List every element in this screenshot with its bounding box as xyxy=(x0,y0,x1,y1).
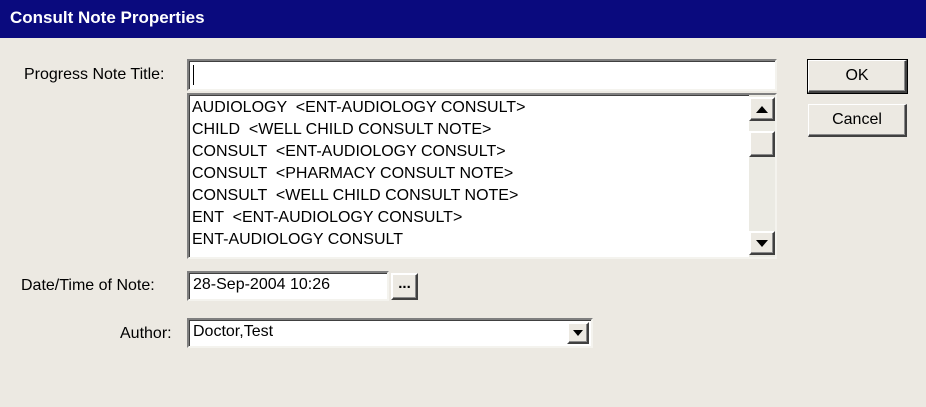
title-options-list[interactable]: AUDIOLOGY <ENT-AUDIOLOGY CONSULT> CHILD … xyxy=(187,93,777,259)
datetime-value: 28-Sep-2004 10:26 xyxy=(193,276,330,293)
chevron-down-icon xyxy=(573,330,583,336)
cancel-button-label: Cancel xyxy=(832,111,882,128)
ok-button[interactable]: OK xyxy=(808,60,907,93)
consult-note-properties-dialog: Consult Note Properties Progress Note Ti… xyxy=(0,0,926,407)
progress-note-title-label: Progress Note Title: xyxy=(24,66,165,83)
author-select[interactable]: Doctor,Test xyxy=(187,318,593,348)
ok-button-label: OK xyxy=(845,67,869,84)
cancel-button[interactable]: Cancel xyxy=(808,104,907,137)
scroll-up-arrow-icon xyxy=(756,105,768,113)
list-item[interactable]: CONSULT <PHARMACY CONSULT NOTE> xyxy=(189,163,775,185)
list-item[interactable]: CONSULT <ENT-AUDIOLOGY CONSULT> xyxy=(189,141,775,163)
title-options-items: AUDIOLOGY <ENT-AUDIOLOGY CONSULT> CHILD … xyxy=(189,95,775,251)
author-value: Doctor,Test xyxy=(193,323,274,340)
datetime-label: Date/Time of Note: xyxy=(21,277,155,294)
list-item[interactable]: ENT-AUDIOLOGY CONSULT xyxy=(189,229,775,251)
datetime-input[interactable]: 28-Sep-2004 10:26 xyxy=(187,271,389,301)
scroll-up-button[interactable] xyxy=(749,97,775,121)
list-item[interactable]: AUDIOLOGY <ENT-AUDIOLOGY CONSULT> xyxy=(189,97,775,119)
list-item[interactable]: CHILD <WELL CHILD CONSULT NOTE> xyxy=(189,119,775,141)
title-bar[interactable]: Consult Note Properties xyxy=(0,0,926,38)
progress-note-title-input[interactable] xyxy=(187,59,777,91)
ellipsis-icon: ... xyxy=(398,275,411,292)
list-item[interactable]: ENT <ENT-AUDIOLOGY CONSULT> xyxy=(189,207,775,229)
datetime-picker-button[interactable]: ... xyxy=(391,273,418,300)
author-label: Author: xyxy=(120,325,172,342)
text-caret xyxy=(193,65,194,85)
author-dropdown-button[interactable] xyxy=(567,322,589,344)
list-item[interactable]: CONSULT <WELL CHILD CONSULT NOTE> xyxy=(189,185,775,207)
list-scrollbar[interactable] xyxy=(749,95,775,257)
scroll-down-arrow-icon xyxy=(756,239,768,247)
window-title: Consult Note Properties xyxy=(10,8,205,27)
scroll-down-button[interactable] xyxy=(749,231,775,255)
scroll-thumb[interactable] xyxy=(749,131,775,157)
